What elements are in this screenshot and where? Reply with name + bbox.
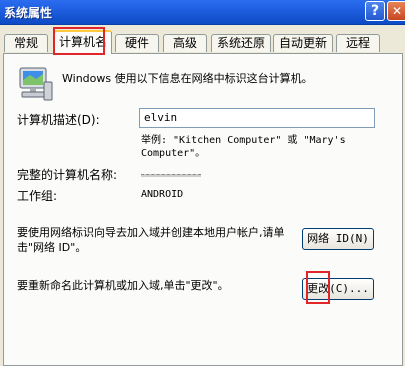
full-name-label: 完整的计算机名称: — [17, 168, 118, 182]
tab-highlight-box — [53, 27, 105, 55]
help-icon: ? — [370, 3, 380, 19]
computer-icon — [19, 67, 53, 101]
tab-auto-update[interactable]: 自动更新 — [273, 34, 333, 52]
rename-text: 要重新命名此计算机或加入域,单击"更改"。 — [17, 279, 229, 292]
close-icon: ✕ — [391, 4, 403, 18]
tab-panel — [3, 53, 403, 366]
window-title: 系统属性 — [4, 6, 53, 20]
redacted-mark — [141, 174, 201, 177]
tab-hardware[interactable]: 硬件 — [115, 34, 159, 52]
description-example: 举例: "Kitchen Computer" 或 "Mary's Compute… — [141, 135, 346, 159]
intro-text: Windows 使用以下信息在网络中标识这台计算机。 — [62, 72, 313, 85]
change-highlight-box — [306, 271, 330, 304]
workgroup-value: ANDROID — [141, 189, 184, 200]
tab-advanced[interactable]: 高级 — [163, 34, 207, 52]
help-button[interactable]: ? — [365, 1, 385, 21]
tab-system-restore[interactable]: 系统还原 — [211, 34, 271, 52]
description-input[interactable]: elvin — [139, 108, 375, 128]
title-bar: 系统属性 ? ✕ — [0, 0, 405, 25]
close-button[interactable]: ✕ — [387, 1, 405, 21]
tab-remote[interactable]: 远程 — [336, 34, 380, 52]
network-id-button[interactable]: 网络 ID(N) — [302, 228, 374, 250]
description-label: 计算机描述(D): — [17, 113, 100, 127]
tab-general[interactable]: 常规 — [4, 34, 48, 52]
network-id-text: 要使用网络标识向导去加入域并创建本地用户帐户,请单击"网络 ID"。 — [17, 226, 285, 254]
workgroup-label: 工作组: — [17, 189, 58, 203]
